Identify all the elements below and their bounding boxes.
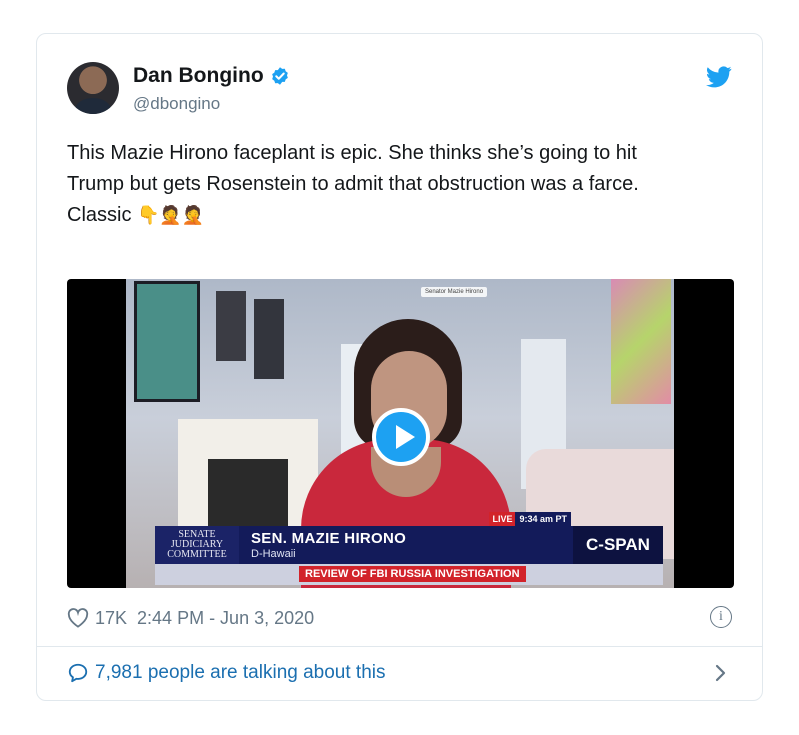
author-handle[interactable]: @dbongino <box>133 94 220 114</box>
author-name-row[interactable]: Dan Bongino <box>133 64 290 88</box>
wall-painting <box>134 281 200 402</box>
tweet-text: This Mazie Hirono faceplant is epic. She… <box>67 138 747 231</box>
conversation-link[interactable]: 7,981 people are talking about this <box>67 662 386 684</box>
committee-line: COMMITTEE <box>167 549 227 560</box>
author-name[interactable]: Dan Bongino <box>133 64 264 88</box>
tweet-text-classic: Classic <box>67 204 132 226</box>
play-icon[interactable] <box>372 408 430 466</box>
live-time: 9:34 am PT <box>515 512 571 526</box>
wall-painting <box>611 279 671 404</box>
avatar[interactable] <box>67 62 119 114</box>
live-indicator: LIVE 9:34 am PT <box>489 512 571 526</box>
divider <box>37 646 762 647</box>
fireplace <box>178 419 318 539</box>
headline-strip: REVIEW OF FBI RUSSIA INVESTIGATION <box>155 564 663 585</box>
tweet-text-line-3: Classic 👇🤦🤦 <box>67 200 747 231</box>
emoji-group: 👇🤦🤦 <box>137 205 205 226</box>
network-logo: C-SPAN <box>573 526 663 564</box>
like-count[interactable]: 17K <box>95 608 127 629</box>
speaker-state: D-Hawaii <box>251 548 296 560</box>
verified-badge-icon <box>271 67 288 85</box>
speech-bubble-icon <box>68 663 88 683</box>
tweet-text-line: This Mazie Hirono faceplant is epic. She… <box>67 142 637 164</box>
speaker-name: SEN. MAZIE HIRONO <box>251 530 407 547</box>
zoom-name-tag: Senator Mazie Hirono <box>421 287 488 297</box>
headline-label: REVIEW OF FBI RUSSIA INVESTIGATION <box>299 566 526 582</box>
tweet-card[interactable]: Dan Bongino @dbongino This Mazie Hirono … <box>36 33 763 701</box>
live-label: LIVE <box>489 512 516 526</box>
heart-icon[interactable] <box>67 608 89 628</box>
tweet-text-line: Trump but gets Rosenstein to admit that … <box>67 173 639 195</box>
conversation-count[interactable]: 7,981 people are talking about this <box>95 662 386 684</box>
video-player[interactable]: Senator Mazie Hirono SENATE JUDICIARY CO… <box>67 279 734 588</box>
info-icon[interactable]: i <box>710 606 732 628</box>
tweet-meta: 17K 2:44 PM - Jun 3, 2020 <box>67 606 314 630</box>
chyron: SENATE JUDICIARY COMMITTEE SEN. MAZIE HI… <box>155 512 663 564</box>
committee-label: SENATE JUDICIARY COMMITTEE <box>155 526 239 564</box>
timestamp[interactable]: 2:44 PM - Jun 3, 2020 <box>137 608 314 629</box>
wall-frame <box>216 291 246 361</box>
chevron-right-icon[interactable] <box>714 662 728 684</box>
twitter-bird-icon[interactable] <box>706 66 732 88</box>
wall-frame <box>254 299 284 379</box>
